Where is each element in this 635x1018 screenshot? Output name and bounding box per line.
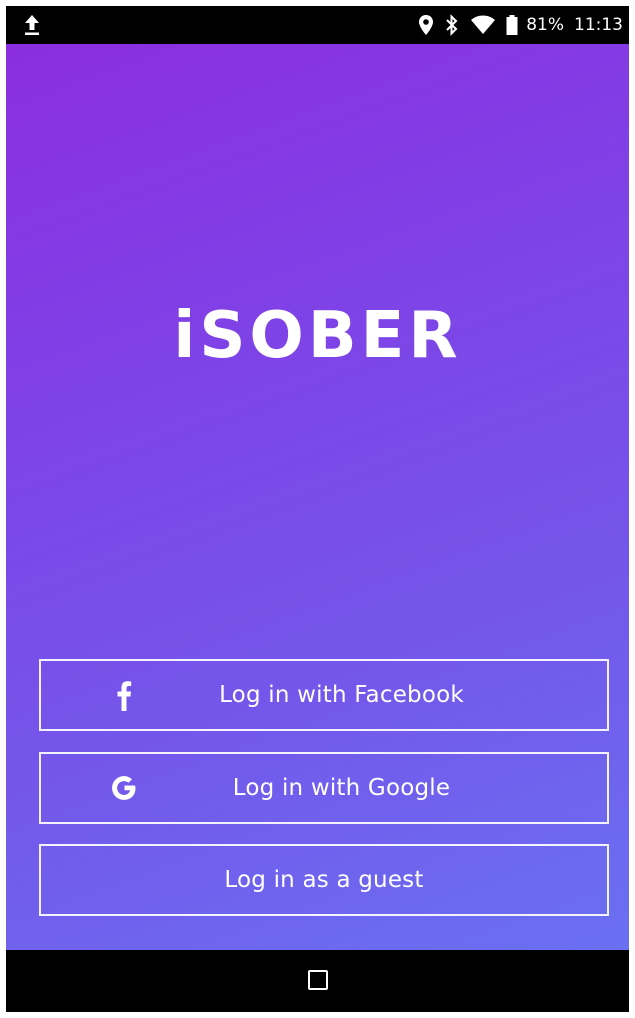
status-bar: 81% 11:13	[6, 6, 629, 44]
bluetooth-icon	[444, 14, 460, 36]
facebook-login-label: Log in with Facebook	[219, 682, 464, 708]
clock: 11:13	[574, 15, 623, 35]
google-login-label: Log in with Google	[232, 775, 451, 801]
battery-icon	[506, 14, 518, 36]
google-login-button[interactable]: Log in with Google	[39, 752, 609, 824]
app-logo: iSOBER	[173, 299, 462, 373]
location-icon	[418, 14, 434, 36]
upload-icon	[22, 13, 42, 37]
guest-login-button[interactable]: Log in as a guest	[39, 844, 609, 916]
phone-screen: 81% 11:13 iSOBER Log in with Facebook Lo…	[6, 6, 629, 1012]
battery-percent: 81%	[526, 15, 564, 35]
wifi-icon	[470, 15, 496, 35]
status-icons: 81% 11:13	[418, 6, 623, 44]
login-screen: iSOBER Log in with Facebook Log in with …	[6, 44, 629, 950]
recents-icon[interactable]	[308, 970, 328, 990]
navigation-bar	[6, 950, 629, 1012]
facebook-login-button[interactable]: Log in with Facebook	[39, 659, 609, 731]
guest-login-label: Log in as a guest	[224, 867, 424, 893]
